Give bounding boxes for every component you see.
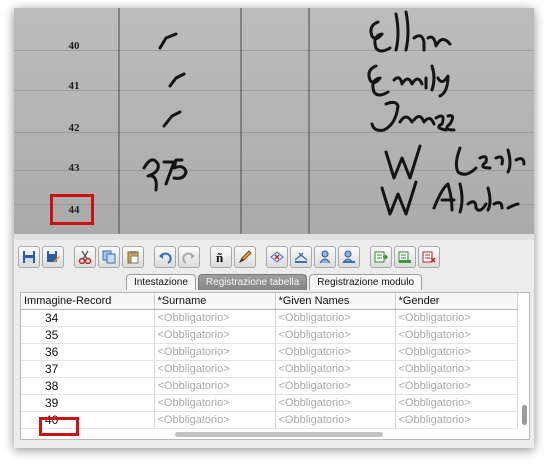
- table-row: 35 <Obbligatorio> <Obbligatorio> <Obblig…: [21, 326, 518, 344]
- surname-cell[interactable]: <Obbligatorio>: [154, 394, 276, 412]
- gender-cell[interactable]: <Obbligatorio>: [395, 377, 518, 395]
- table-horizontal-scrollbar[interactable]: [175, 432, 383, 437]
- delete-row-icon: [422, 251, 436, 263]
- column-header-record[interactable]: Immagine-Record: [21, 293, 155, 310]
- ledger-row-number: 40: [68, 40, 80, 52]
- record-number-cell[interactable]: 38: [21, 377, 155, 395]
- given-names-cell[interactable]: <Obbligatorio>: [275, 377, 396, 395]
- gender-cell[interactable]: <Obbligatorio>: [395, 394, 518, 412]
- person-icon: [319, 250, 331, 264]
- table-row: 38 <Obbligatorio> <Obbligatorio> <Obblig…: [21, 377, 518, 395]
- insert-record-button[interactable]: [290, 246, 312, 268]
- table-row: 36 <Obbligatorio> <Obbligatorio> <Obblig…: [21, 343, 518, 361]
- surname-cell[interactable]: <Obbligatorio>: [154, 411, 276, 429]
- delete-row-button[interactable]: [418, 246, 440, 268]
- redo-button[interactable]: [178, 246, 200, 268]
- highlight-box-image: [50, 194, 94, 225]
- person-add-button[interactable]: [338, 246, 360, 268]
- record-number-cell[interactable]: 35: [21, 326, 155, 344]
- tab-registrazione-tabella[interactable]: Registrazione tabella: [197, 274, 308, 290]
- record-number-cell[interactable]: 34: [21, 309, 155, 327]
- surname-cell[interactable]: <Obbligatorio>: [154, 343, 276, 361]
- given-names-cell[interactable]: <Obbligatorio>: [275, 411, 396, 429]
- svg-text:ñ: ñ: [216, 250, 224, 264]
- record-number-cell[interactable]: 39: [21, 394, 155, 412]
- table-row: 34 <Obbligatorio> <Obbligatorio> <Obblig…: [21, 309, 518, 327]
- redo-icon: [182, 252, 195, 264]
- data-entry-table: Immagine-Record *Surname *Given Names *G…: [20, 292, 530, 440]
- copy-button[interactable]: [98, 246, 120, 268]
- table-row: 40 <Obbligatorio> <Obbligatorio> <Obblig…: [21, 411, 518, 429]
- insert-row-icon: [398, 251, 411, 263]
- table-header-row: Immagine-Record *Surname *Given Names *G…: [21, 293, 518, 310]
- highlight-box-row: [39, 417, 79, 436]
- record-number-cell[interactable]: 36: [21, 343, 155, 361]
- pencil-icon: [238, 250, 252, 264]
- image-scroll-track[interactable]: [14, 234, 534, 240]
- surname-cell[interactable]: <Obbligatorio>: [154, 326, 276, 344]
- person-button[interactable]: [314, 246, 336, 268]
- undo-button[interactable]: [154, 246, 176, 268]
- tab-registrazione-modulo[interactable]: Registrazione modulo: [309, 274, 423, 290]
- pencil-button[interactable]: [234, 246, 256, 268]
- save-as-button[interactable]: [42, 246, 64, 268]
- ledger-row-number: 43: [68, 162, 80, 174]
- entry-tabs: Intestazione Registrazione tabella Regis…: [14, 274, 534, 290]
- table-row: 39 <Obbligatorio> <Obbligatorio> <Obblig…: [21, 394, 518, 412]
- person-add-icon: [342, 250, 355, 264]
- add-row-icon: [374, 251, 388, 263]
- undo-icon: [159, 252, 172, 264]
- column-header-gender[interactable]: *Gender: [395, 293, 518, 310]
- copy-icon: [102, 250, 116, 264]
- save-button[interactable]: [18, 246, 40, 268]
- cut-button[interactable]: [74, 246, 96, 268]
- cut-icon: [78, 250, 92, 264]
- column-header-surname[interactable]: *Surname: [154, 293, 276, 310]
- save-icon: [23, 251, 35, 263]
- clear-record-icon: [270, 251, 284, 263]
- gender-cell[interactable]: <Obbligatorio>: [395, 343, 518, 361]
- surname-cell[interactable]: <Obbligatorio>: [154, 377, 276, 395]
- gender-cell[interactable]: <Obbligatorio>: [395, 309, 518, 327]
- given-names-cell[interactable]: <Obbligatorio>: [275, 326, 396, 344]
- given-names-cell[interactable]: <Obbligatorio>: [275, 309, 396, 327]
- table-vertical-scrollbar[interactable]: [522, 405, 527, 425]
- gender-cell[interactable]: <Obbligatorio>: [395, 411, 518, 429]
- surname-cell[interactable]: <Obbligatorio>: [154, 360, 276, 378]
- toolbar: ñ: [14, 244, 534, 270]
- column-header-given-names[interactable]: *Given Names: [275, 293, 396, 310]
- document-image-viewer[interactable]: 40 41 42 43 44: [14, 8, 534, 234]
- insert-row-button[interactable]: [394, 246, 416, 268]
- special-character-icon: ñ: [216, 250, 224, 264]
- paste-button[interactable]: [122, 246, 144, 268]
- surname-cell[interactable]: <Obbligatorio>: [154, 309, 276, 327]
- given-names-cell[interactable]: <Obbligatorio>: [275, 360, 396, 378]
- indexing-window: 40 41 42 43 44 ñ Intestazione Registrazi…: [14, 8, 534, 448]
- gender-cell[interactable]: <Obbligatorio>: [395, 326, 518, 344]
- record-number-cell[interactable]: 37: [21, 360, 155, 378]
- special-character-button[interactable]: ñ: [210, 246, 232, 268]
- gender-cell[interactable]: <Obbligatorio>: [395, 360, 518, 378]
- given-names-cell[interactable]: <Obbligatorio>: [275, 343, 396, 361]
- ledger-row-number: 41: [68, 80, 80, 92]
- tab-intestazione[interactable]: Intestazione: [125, 274, 196, 290]
- add-row-button[interactable]: [370, 246, 392, 268]
- given-names-cell[interactable]: <Obbligatorio>: [275, 394, 396, 412]
- table-row: 37 <Obbligatorio> <Obbligatorio> <Obblig…: [21, 360, 518, 378]
- ledger-row-number: 42: [68, 122, 80, 134]
- paste-icon: [127, 251, 139, 264]
- insert-record-icon: [294, 252, 308, 263]
- save-as-icon: [47, 251, 60, 263]
- clear-record-button[interactable]: [266, 246, 288, 268]
